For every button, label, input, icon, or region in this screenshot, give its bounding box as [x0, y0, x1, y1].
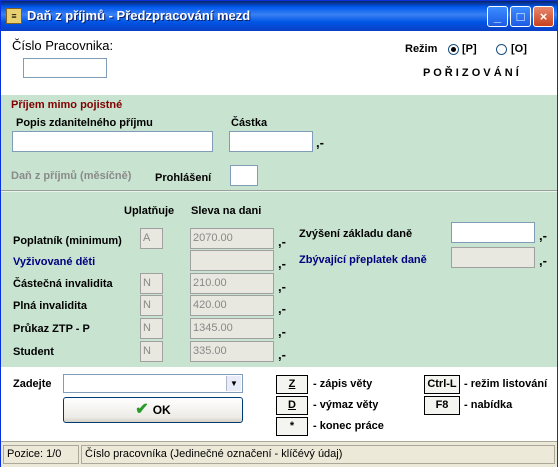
- status-position: Pozice: 1/0: [3, 445, 79, 464]
- discount-dash: ,-: [278, 256, 286, 271]
- discount-dash: ,-: [278, 279, 286, 294]
- checkmark-icon: ✔: [135, 401, 149, 418]
- declaration-label: Prohlášení: [155, 172, 212, 184]
- mode-radio-o[interactable]: [496, 44, 507, 55]
- description-input[interactable]: [12, 131, 213, 152]
- key-f8-button[interactable]: F8: [424, 396, 460, 415]
- key-z-desc: - zápis věty: [313, 378, 373, 390]
- key-ctrl-l-desc: - režim listování: [464, 378, 548, 390]
- key-star-desc: - konec práce: [313, 420, 384, 432]
- income-panel: Příjem mimo pojistné Popis zdanitelného …: [1, 95, 557, 190]
- increase-label: Zvýšení základu daně: [299, 228, 413, 240]
- header-panel: Číslo Pracovnika: Režim [P] [O] P O Ř I …: [1, 31, 557, 95]
- discount-dash: ,-: [278, 234, 286, 249]
- increase-input[interactable]: [451, 222, 535, 243]
- overpay-input: [451, 247, 535, 268]
- title-bar[interactable]: ≡ Daň z příjmů - Předzpracování mezd _ □…: [1, 1, 557, 31]
- discount-amount: 420.00: [190, 295, 274, 316]
- key-z-label: Z: [288, 378, 296, 390]
- overpay-label: Zbývající přeplatek daně: [299, 254, 427, 266]
- ok-button[interactable]: ✔ OK: [63, 397, 243, 423]
- discount-panel: Uplatňuje Sleva na dani Poplatník (minim…: [1, 190, 557, 367]
- enter-label: Zadejte: [13, 378, 52, 390]
- minimize-icon: _: [493, 9, 502, 24]
- col-discount-header: Sleva na dani: [191, 205, 262, 217]
- maximize-button[interactable]: □: [510, 6, 531, 27]
- key-f8-label: F8: [435, 399, 449, 411]
- key-z-button[interactable]: Z: [276, 375, 308, 394]
- discount-amount: 1345.00: [190, 318, 274, 339]
- employee-number-input[interactable]: [23, 58, 107, 78]
- discount-flag[interactable]: N: [140, 318, 163, 339]
- status-message: Číslo pracovníka (Jedinečné označení - k…: [81, 445, 555, 464]
- key-d-button[interactable]: D: [276, 396, 308, 415]
- discount-row-label: Student: [13, 346, 54, 358]
- key-ctrl-l-button[interactable]: Ctrl-L: [424, 375, 460, 394]
- discount-dash: ,-: [278, 347, 286, 362]
- discount-flag[interactable]: N: [140, 295, 163, 316]
- discount-flag[interactable]: N: [140, 341, 163, 362]
- chevron-down-icon[interactable]: ▼: [226, 376, 241, 391]
- mode-label: Režim: [405, 43, 438, 55]
- discount-amount: 2070.00: [190, 228, 274, 249]
- minimize-button[interactable]: _: [487, 6, 508, 27]
- app-window: ≡ Daň z příjmů - Předzpracování mezd _ □…: [0, 0, 558, 467]
- tax-label: Daň z příjmů (měsíčně): [11, 170, 132, 182]
- mode-name: P O Ř I Z O V Á N Í: [423, 67, 519, 79]
- mode-option-p: [P]: [462, 43, 477, 55]
- col-applies-header: Uplatňuje: [124, 205, 175, 217]
- key-d-label: D: [288, 399, 296, 411]
- description-label: Popis zdanitelného příjmu: [16, 117, 153, 129]
- key-star-label: *: [289, 420, 295, 432]
- ok-label: OK: [152, 403, 171, 417]
- discount-amount: 210.00: [190, 273, 274, 294]
- command-select[interactable]: ▼: [63, 374, 243, 393]
- command-panel: Zadejte ▼ ✔ OK Z - zápis věty D - výmaz v…: [1, 367, 557, 441]
- increase-dash: ,-: [539, 228, 547, 243]
- mode-option-o: [O]: [511, 43, 527, 55]
- declaration-input[interactable]: [230, 165, 258, 186]
- amount-input[interactable]: [229, 131, 313, 152]
- key-ctrl-l-label: Ctrl-L: [427, 378, 457, 390]
- discount-row-label: Poplatník (minimum): [13, 235, 122, 247]
- key-star-button[interactable]: *: [276, 417, 308, 436]
- employee-label: Číslo Pracovnika:: [12, 38, 114, 53]
- discount-dash: ,-: [278, 324, 286, 339]
- discount-flag[interactable]: A: [140, 228, 163, 249]
- key-f8-desc: - nabídka: [464, 399, 513, 411]
- income-section-title: Příjem mimo pojistné: [11, 99, 123, 111]
- app-icon[interactable]: ≡: [6, 8, 22, 24]
- discount-row-label: Průkaz ZTP - P: [13, 323, 90, 335]
- overpay-dash: ,-: [539, 253, 547, 268]
- discount-amount: [190, 250, 274, 271]
- discount-row-label: Vyživované děti: [13, 256, 96, 268]
- close-button[interactable]: ×: [533, 6, 554, 27]
- discount-row-label: Plná invalidita: [13, 300, 87, 312]
- amount-label: Částka: [231, 117, 268, 129]
- discount-flag[interactable]: N: [140, 273, 163, 294]
- discount-amount: 335.00: [190, 341, 274, 362]
- close-icon: ×: [539, 9, 548, 24]
- discount-row-label: Částečná invalidita: [13, 278, 113, 290]
- key-d-desc: - výmaz věty: [313, 399, 379, 411]
- status-bar: Pozice: 1/0 Číslo pracovníka (Jedinečné …: [1, 441, 557, 467]
- window-title: Daň z příjmů - Předzpracování mezd: [27, 8, 251, 23]
- maximize-icon: □: [516, 9, 525, 24]
- discount-dash: ,-: [278, 301, 286, 316]
- mode-radio-p[interactable]: [448, 44, 459, 55]
- amount-dash: ,-: [316, 135, 324, 150]
